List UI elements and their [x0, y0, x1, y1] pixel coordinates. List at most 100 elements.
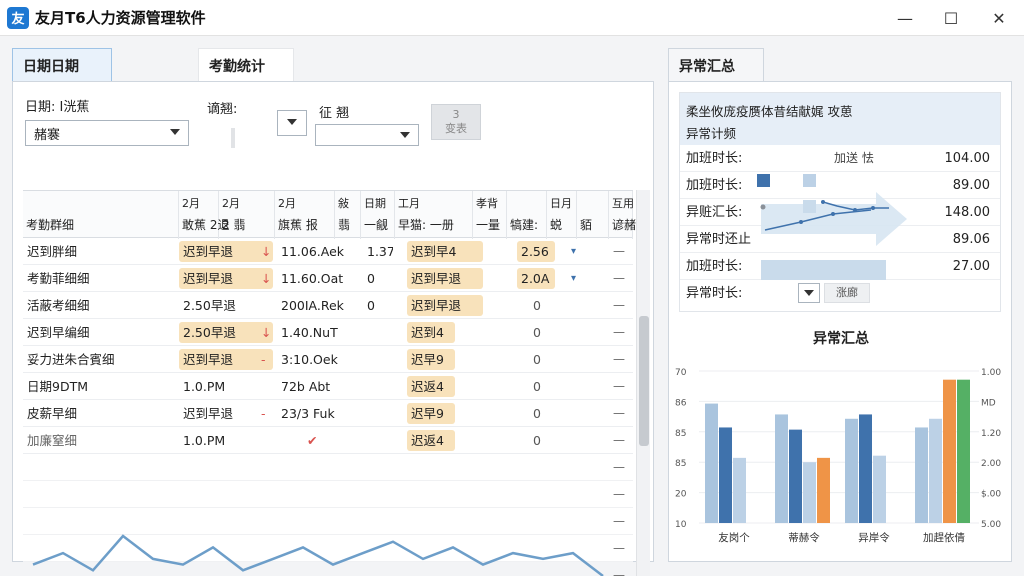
bar[interactable] — [915, 427, 928, 523]
arrow-down-icon: ↓ — [261, 244, 272, 259]
summary-heading: 柔坐攸庞疫赝体昔结献娓 攻葸 — [686, 104, 853, 119]
column-header[interactable]: 孝背 一量 — [473, 191, 507, 239]
marker-icon — [571, 319, 583, 346]
summary-row-value: 89.00 — [952, 178, 990, 193]
bar[interactable] — [943, 379, 956, 523]
status-select[interactable] — [315, 124, 419, 146]
marker-icon — [571, 373, 583, 400]
status-cell: 2.50早退 — [183, 298, 236, 313]
date-select[interactable]: 赭褰 — [25, 120, 189, 146]
query-field[interactable] — [231, 128, 235, 148]
bar[interactable] — [775, 414, 788, 523]
summary-row-label: 异赃汇长: — [686, 205, 743, 220]
column-header[interactable]: 敍翡 — [335, 191, 361, 239]
x-tick-label: 异岸令 — [858, 531, 890, 544]
column-header[interactable]: 工月 早猫: 一册 — [395, 191, 473, 239]
attendance-body: 日期: I洸蕉 赭褰 谪翘: 征 翘 3 变表 考勤群细 2月 敢蕉 2退 2月 2 翡… — [12, 81, 654, 576]
late-tag-cell: 迟返4 — [407, 376, 455, 397]
bar[interactable] — [705, 403, 718, 523]
attendance-panel: 日期日期 考勤统计 日期: I洸蕉 赭褰 谪翘: 征 翘 3 变表 考勤群细 2月… — [12, 48, 654, 576]
table-row[interactable]: 日期9DTM 1.0.PM 72b Abt 迟返4 0 — — [23, 373, 633, 400]
x-tick-label: 加趕依倩 — [923, 531, 965, 544]
column-header-top: 敍 — [338, 197, 349, 210]
y-tick-label-left: 20 — [675, 490, 687, 500]
column-header-label: 早猫: 一册 — [398, 218, 454, 232]
legend-dot — [760, 204, 766, 210]
empty-cell-dash: — — [613, 406, 625, 420]
column-header-label: 一量 — [476, 218, 501, 232]
column-header[interactable]: 考勤群细 — [23, 191, 179, 239]
band-shape — [761, 260, 886, 280]
close-button[interactable]: ✕ — [976, 0, 1022, 36]
marker-icon — [571, 400, 583, 427]
bar[interactable] — [817, 457, 830, 523]
column-header[interactable]: 2月旗蕉 报 — [275, 191, 335, 239]
maximize-button[interactable]: ☐ — [928, 0, 974, 36]
table-row[interactable]: 妥力进朱合賓细 迟到早退 -3:10.Oek 迟早9 0 — — [23, 346, 633, 373]
late-tag-cell: 迟到早退 — [407, 295, 483, 316]
summary-row-legend: 加送 怯 — [834, 151, 874, 165]
employee-name-cell: 活蔽考细细 — [27, 298, 90, 313]
tab-date[interactable]: 日期日期 — [12, 48, 112, 82]
count-cell: 1.37 — [367, 244, 393, 259]
table-row[interactable]: 皮薪早细 迟到早退 -23/3 Fuk 迟早9 0 — — [23, 400, 633, 427]
table-row[interactable]: 迟到胖细 迟到早退 ↓ 11.06.Aek 1.37 迟到早4 2.56 ▾ — — [23, 238, 633, 265]
x-tick-label: 友岗个 — [718, 531, 750, 544]
scrollbar-thumb[interactable] — [639, 316, 649, 446]
column-header[interactable]: 互用 谚赭 — [609, 191, 636, 239]
summary-row-value: 27.00 — [952, 259, 990, 274]
tab-anomaly-summary[interactable]: 异常汇总 — [668, 48, 764, 82]
time-cell: ✔ — [307, 433, 318, 448]
minimize-button[interactable]: — — [882, 0, 928, 36]
tab-attendance-stats[interactable]: 考勤统计 — [198, 48, 294, 82]
chevron-down-icon — [287, 119, 297, 125]
column-header-label: 旗蕉 报 — [278, 218, 318, 232]
summary-row-label: 加班时长: — [686, 151, 743, 166]
table-row[interactable]: 活蔽考细细 2.50早退 200IA.Rek 0 迟到早退 0 — — [23, 292, 633, 319]
value-cell: 0 — [533, 298, 541, 313]
bar[interactable] — [733, 457, 746, 523]
bar[interactable] — [957, 379, 970, 523]
anomaly-type-value[interactable]: 涨廊 — [824, 283, 870, 303]
mini-trend-point — [853, 208, 857, 212]
status-cell: 迟到早退 — [183, 406, 234, 421]
status-tag-cell: 迟到早退 — [179, 349, 273, 370]
arrow-down-icon: - — [261, 352, 266, 367]
column-header[interactable]: 2月 2 翡 — [219, 191, 275, 239]
column-header-top: 日期 — [364, 197, 386, 210]
bar[interactable] — [845, 418, 858, 523]
bar[interactable] — [873, 455, 886, 523]
vertical-scrollbar[interactable] — [636, 190, 650, 576]
legend-swatch-dark — [757, 174, 770, 187]
column-header[interactable]: 犒建: — [507, 191, 547, 239]
table-row[interactable]: 考勤菲细细 迟到早退 ↓ 11.60.Oat 0 迟到早退 2.0A ▾ — — [23, 265, 633, 292]
empty-cell-dash: — — [613, 244, 625, 258]
column-header[interactable]: 2月 敢蕉 2退 — [179, 191, 229, 239]
value-cell: 0 — [533, 406, 541, 421]
table-row[interactable]: 加廉窒细 1.0.PM ✔ 迟返4 0 — — [23, 427, 633, 454]
bar[interactable] — [859, 414, 872, 523]
column-header[interactable]: 貊 — [577, 191, 609, 239]
table-header: 考勤群细 2月 敢蕉 2退 2月 2 翡 2月 旗蕉 报敍翡日期 一觎 工月 早猫: 一册 孝背 一量… — [23, 190, 636, 239]
column-header-top: 2月 — [278, 197, 296, 210]
legend-swatch — [803, 200, 816, 213]
bar[interactable] — [929, 418, 942, 523]
table-row[interactable]: 迟到早编细 2.50早退 ↓ 1.40.NuT 迟到4 0 — — [23, 319, 633, 346]
column-header[interactable]: 日期 一觎 — [361, 191, 395, 239]
marker-icon: ▾ — [571, 273, 577, 284]
employee-name-cell: 皮薪早细 — [27, 406, 78, 421]
query-dropdown[interactable] — [277, 110, 307, 136]
chevron-down-icon — [804, 290, 814, 296]
bar[interactable] — [803, 462, 816, 523]
count-cell — [367, 427, 393, 454]
bar[interactable] — [789, 429, 802, 523]
marker-icon — [571, 292, 583, 319]
y-tick-label-right: $.00 — [981, 490, 1001, 500]
anomaly-type-dropdown[interactable] — [798, 283, 820, 303]
column-header-top: 日月 — [550, 197, 572, 210]
count-cell: 0 — [367, 271, 375, 286]
y-tick-label-right: 1.20 — [981, 429, 1001, 439]
bar[interactable] — [719, 427, 732, 523]
column-header[interactable]: 日月蜕 — [547, 191, 577, 239]
generate-report-button[interactable]: 3 变表 — [431, 104, 481, 140]
